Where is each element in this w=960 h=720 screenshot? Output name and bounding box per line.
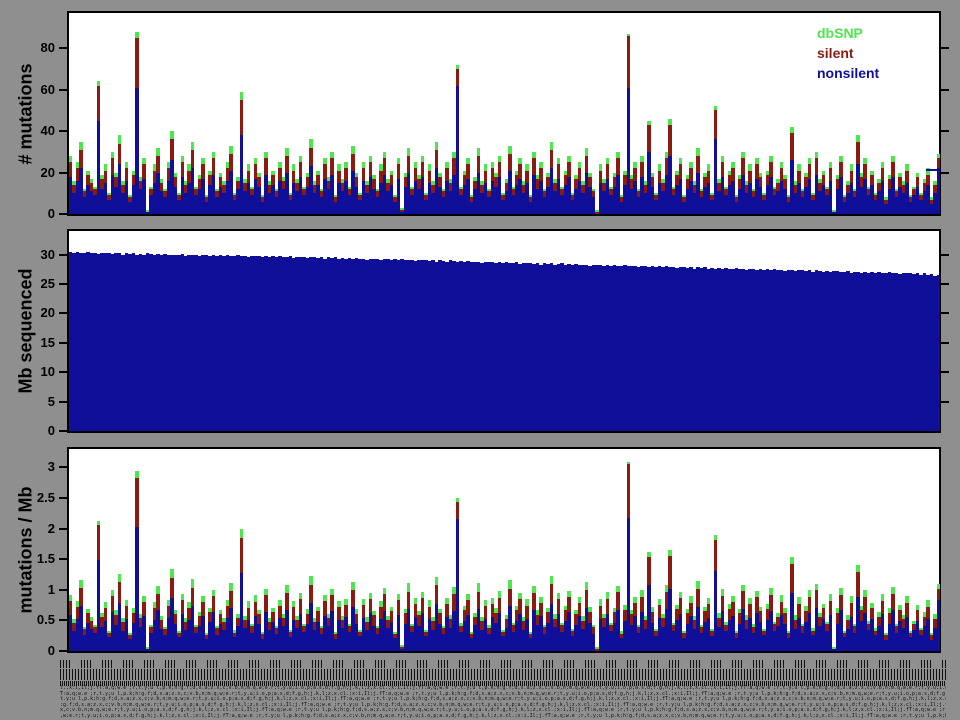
y-tick-label: 0.5: [5, 612, 55, 627]
legend: dbSNP silent nonsilent: [817, 23, 879, 83]
y-tick-label: 1.5: [5, 551, 55, 566]
y-tick-label: 60: [5, 82, 55, 97]
mutations-bars: [69, 13, 939, 214]
y-tick-mark: [59, 130, 67, 132]
y-tick-mark: [59, 650, 67, 652]
y-tick-mark: [59, 172, 67, 174]
y-tick-label: 0: [5, 423, 55, 438]
y-tick-mark: [59, 589, 67, 591]
y-tick-mark: [59, 528, 67, 530]
y-tick-mark: [941, 47, 949, 49]
y-tick-label: 5: [5, 394, 55, 409]
y-tick-label: 2.5: [5, 490, 55, 505]
y-tick-mark: [941, 172, 949, 174]
y-tick-mark: [941, 254, 949, 256]
sample-label-comb-row: [60, 669, 946, 680]
y-tick-label: 30: [5, 247, 55, 262]
y-tick-mark: [941, 342, 949, 344]
y-tick-label: 25: [5, 276, 55, 291]
bar: [937, 231, 940, 431]
y-tick-mark: [59, 497, 67, 499]
bar-segment: [937, 275, 940, 431]
y-tick-mark: [59, 89, 67, 91]
bar: [937, 449, 940, 651]
y-tick-mark: [59, 342, 67, 344]
sample-id-labels: l.;x:i,Il;j.fT:a,q;w.e ;r,t.y;u l,p.k;h:…: [60, 660, 946, 720]
y-tick-mark: [59, 401, 67, 403]
y-tick-mark: [59, 619, 67, 621]
y-tick-mark: [941, 401, 949, 403]
y-tick-mark: [59, 312, 67, 314]
mutations-panel: dbSNP silent nonsilent 020406080: [67, 11, 941, 216]
y-tick-label: 2: [5, 521, 55, 536]
bar-segment: [937, 600, 940, 651]
y-tick-label: 1: [5, 582, 55, 597]
y-tick-mark: [59, 47, 67, 49]
y-axis-label-mutations: # mutations: [16, 63, 37, 164]
mutation-rate-bars: [69, 449, 939, 651]
y-tick-mark: [941, 89, 949, 91]
y-tick-mark: [59, 213, 67, 215]
y-tick-label: 0: [5, 643, 55, 658]
coverage-bars: [69, 231, 939, 431]
bar-segment: [937, 168, 940, 214]
y-tick-mark: [59, 371, 67, 373]
y-tick-label: 20: [5, 165, 55, 180]
mutation-figure: # mutations Mb sequenced mutations / Mb …: [0, 0, 960, 720]
y-tick-label: 20: [5, 305, 55, 320]
y-tick-label: 0: [5, 206, 55, 221]
legend-item-nonsilent: nonsilent: [817, 63, 879, 83]
y-tick-mark: [59, 283, 67, 285]
coverage-panel: 051015202530: [67, 229, 941, 433]
y-tick-label: 15: [5, 335, 55, 350]
mutation-rate-panel: 00.511.522.53: [67, 447, 941, 653]
sample-label-tick-row: [60, 660, 946, 668]
bar-segment: [937, 589, 940, 601]
y-tick-mark: [941, 283, 949, 285]
legend-item-dbsnp: dbSNP: [817, 23, 879, 43]
y-tick-mark: [59, 466, 67, 468]
bar: [937, 13, 940, 214]
y-tick-mark: [59, 558, 67, 560]
y-tick-mark: [941, 371, 949, 373]
sample-label-noise-row: ,w;e.r;t,y.u;i.o,p;a.s,d;f.g,h;j.k,l;z,x…: [60, 714, 946, 720]
sample-label-noise: l.;x:i,Il;j.fT:a,q;w.e ;r,t.y;u l,p.k;h:…: [60, 686, 946, 719]
y-tick-mark: [941, 312, 949, 314]
bar-segment: [937, 158, 940, 168]
y-tick-mark: [59, 254, 67, 256]
y-tick-mark: [59, 430, 67, 432]
y-tick-label: 40: [5, 123, 55, 138]
legend-item-silent: silent: [817, 43, 879, 63]
y-tick-label: 10: [5, 364, 55, 379]
y-tick-label: 3: [5, 459, 55, 474]
last-bar-marker: [926, 169, 938, 171]
y-tick-mark: [941, 130, 949, 132]
y-tick-label: 80: [5, 40, 55, 55]
